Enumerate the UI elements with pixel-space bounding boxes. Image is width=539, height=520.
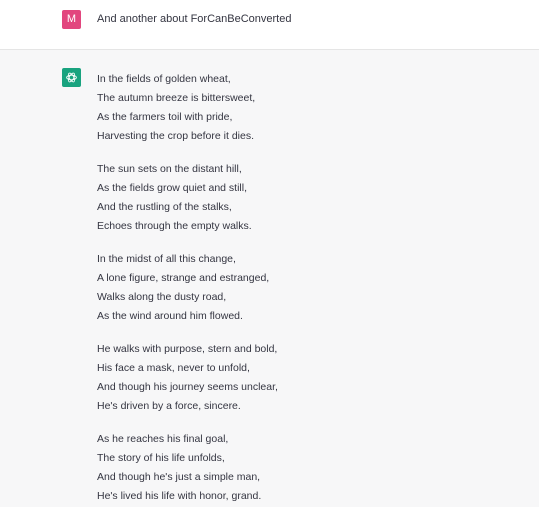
poem-line: In the fields of golden wheat,: [97, 73, 231, 85]
assistant-message-text: In the fields of golden wheat, The autum…: [97, 70, 517, 520]
poem-line: He's driven by a force, sincere.: [97, 400, 241, 412]
poem-line: As the farmers toil with pride,: [97, 111, 233, 123]
poem-line: A lone figure, strange and estranged,: [97, 272, 270, 284]
poem-stanza: As he reaches his final goal, The story …: [97, 430, 517, 506]
user-message-text: And another about ForCanBeConverted: [97, 13, 292, 25]
poem-line: His face a mask, never to unfold,: [97, 362, 250, 374]
poem-line: Echoes through the empty walks.: [97, 220, 252, 232]
poem-line: He's lived his life with honor, grand.: [97, 490, 262, 502]
poem-line: As he reaches his final goal,: [97, 433, 229, 445]
poem-line: The sun sets on the distant hill,: [97, 163, 242, 175]
poem-line: And though he's just a simple man,: [97, 471, 261, 483]
poem-line: Harvesting the crop before it dies.: [97, 130, 254, 142]
poem-line: As the wind around him flowed.: [97, 310, 243, 322]
poem-line: In the midst of all this change,: [97, 253, 236, 265]
poem-line: The autumn breeze is bittersweet,: [97, 92, 256, 104]
poem-line: The story of his life unfolds,: [97, 452, 225, 464]
assistant-avatar: [62, 68, 81, 87]
poem-line: Walks along the dusty road,: [97, 291, 227, 303]
user-message-row: M And another about ForCanBeConverted: [0, 0, 539, 50]
poem-stanza: He walks with purpose, stern and bold, H…: [97, 340, 517, 416]
poem-stanza: In the fields of golden wheat, The autum…: [97, 70, 517, 146]
assistant-message-row: In the fields of golden wheat, The autum…: [0, 50, 539, 507]
poem-stanza: The sun sets on the distant hill, As the…: [97, 160, 517, 236]
poem-line: He walks with purpose, stern and bold,: [97, 343, 278, 355]
poem-line: And the rustling of the stalks,: [97, 201, 232, 213]
poem-stanza: In the midst of all this change, A lone …: [97, 250, 517, 326]
openai-logo-icon: [66, 72, 77, 83]
poem-line: And though his journey seems unclear,: [97, 381, 278, 393]
user-avatar: M: [62, 10, 81, 29]
poem-line: As the fields grow quiet and still,: [97, 182, 247, 194]
